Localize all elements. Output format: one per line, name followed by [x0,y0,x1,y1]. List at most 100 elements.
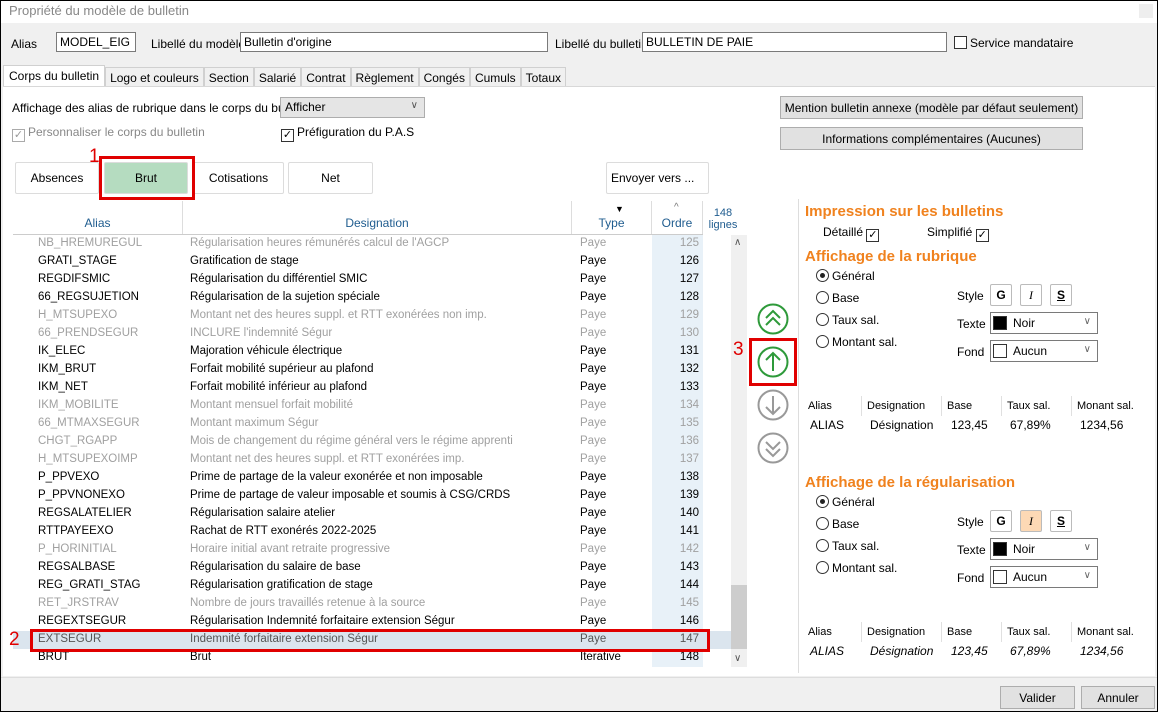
move-down-icon[interactable] [757,389,789,421]
regularisation-fond-select[interactable]: Aucun ∨ [990,566,1098,588]
move-top-icon[interactable] [757,303,789,335]
table-row[interactable]: 66_PRENDSEGUR INCLURE l'indemnité Ségur Pa… [13,325,731,343]
column-header-type[interactable]: Type [572,201,652,234]
table-row[interactable]: CHGT_RGAPP Mois de changement du régime g… [13,433,731,451]
rubrique-radio-2[interactable]: Taux sal. [816,313,879,327]
service-mandataire-checkbox[interactable]: Service mandataire [954,36,1073,50]
table-row[interactable]: REGSALATELIER Régularisation salaire atel… [13,505,731,523]
scrollbar[interactable]: ∧ ∨ [731,235,747,667]
table-row[interactable]: H_MTSUPEXOIMP Montant net des heures supp… [13,451,731,469]
rubrique-fond-label: Fond [957,345,985,359]
rubrique-radio-3[interactable]: Montant sal. [816,335,897,349]
table-row[interactable]: IKM_MOBILITE Montant mensuel forfait mobi… [13,397,731,415]
radio-circle[interactable] [816,561,829,574]
cancel-button[interactable]: Annuler [1081,686,1155,709]
affichage-alias-select[interactable]: Afficher ∨ [280,97,425,118]
table-row[interactable]: 66_MTMAXSEGUR Montant maximum Ségur Paye 13… [13,415,731,433]
checkbox-box[interactable]: ✓ [281,129,294,142]
personnaliser-checkbox[interactable]: ✓ Personnaliser le corps du bulletin [12,125,205,142]
preview-divider [1071,622,1072,642]
regularisation-preview-header: Base [947,626,973,638]
detaille-checkbox[interactable]: Détaillé ✓ [823,225,882,242]
checkbox-box[interactable]: ✓ [12,129,25,142]
tab-5[interactable]: Règlement [350,67,419,87]
checkbox-box[interactable] [954,36,967,49]
regularisation-style-underline-button[interactable]: S [1050,510,1072,532]
rubrique-radio-1[interactable]: Base [816,291,859,305]
radio-circle[interactable] [816,269,829,282]
table-row[interactable]: RET_JRSTRAV Nombre de jours travaillés re… [13,595,731,613]
tab-6[interactable]: Congés [418,67,470,87]
regularisation-style-bold-button[interactable]: G [990,510,1012,532]
validate-button[interactable]: Valider [1000,686,1075,709]
regularisation-radio-2[interactable]: Taux sal. [816,539,879,553]
tab-4[interactable]: Contrat [301,67,351,87]
table-row[interactable]: REGSALBASE Régularisation du salaire de b… [13,559,731,577]
table-row[interactable]: REGDIFSMIC Régularisation du différentiel… [13,271,731,289]
close-button[interactable] [1139,4,1153,18]
tab-7[interactable]: Cumuls [469,67,521,87]
rubrique-texte-select[interactable]: Noir ∨ [990,312,1098,334]
libelle-bulletin-input[interactable]: BULLETIN DE PAIE [642,32,947,52]
radio-circle[interactable] [816,291,829,304]
tab-8[interactable]: Totaux [520,67,566,87]
rubrique-radio-0[interactable]: Général [816,269,875,283]
rubrique-style-italic-button[interactable]: I [1020,284,1042,306]
table-row[interactable]: 66_REGSUJETION Régularisation de la sujet… [13,289,731,307]
column-header-alias[interactable]: Alias [13,201,183,234]
column-header-designation[interactable]: Designation [183,201,572,234]
rubrique-fond-select[interactable]: Aucun ∨ [990,340,1098,362]
checkbox-box[interactable]: ✓ [975,229,989,242]
category-absences-button[interactable]: Absences [15,162,99,194]
checkbox-box[interactable]: ✓ [866,229,880,242]
cell-type: Paye [580,273,607,285]
cell-alias: REGSALATELIER [38,507,132,519]
radio-circle[interactable] [816,539,829,552]
alias-input[interactable]: MODEL_EIG [56,32,136,52]
cell-designation: Prime de partage de la valeur exonérée e… [190,471,483,483]
prefiguration-checkbox[interactable]: ✓ Préfiguration du P.A.S [281,125,414,142]
table-row[interactable]: GRATI_STAGE Gratification de stage Paye 126 [13,253,731,271]
color-swatch [993,542,1007,556]
scroll-up-icon[interactable]: ∧ [734,237,741,248]
table-row[interactable]: REG_GRATI_STAG Régularisation gratificati… [13,577,731,595]
table-row[interactable]: P_PPVEXO Prime de partage de la valeur ex… [13,469,731,487]
cell-ordre: 138 [679,471,699,483]
radio-circle[interactable] [816,313,829,326]
preview-divider [1001,396,1002,416]
radio-circle[interactable] [816,517,829,530]
category-cotisations-button[interactable]: Cotisations [193,162,284,194]
column-header-ordre[interactable]: ^ Ordre [652,201,703,234]
rubrique-style-underline-button[interactable]: S [1050,284,1072,306]
tab-3[interactable]: Salarié [253,67,302,87]
table-row[interactable]: IKM_NET Forfait mobilité inférieur au pla… [13,379,731,397]
regularisation-radio-3[interactable]: Montant sal. [816,561,897,575]
table-row[interactable]: IK_ELEC Majoration véhicule électrique Pay… [13,343,731,361]
category-net-button[interactable]: Net [288,162,373,194]
table-row[interactable]: RTTPAYEEXO Rachat de RTT exonérés 2022-20… [13,523,731,541]
libelle-modele-input[interactable]: Bulletin d'origine [240,32,548,52]
radio-circle[interactable] [816,495,829,508]
table-row[interactable]: P_PPVNONEXO Prime de partage de valeur im… [13,487,731,505]
regularisation-radio-0[interactable]: Général [816,495,875,509]
infos-complementaires-button[interactable]: Informations complémentaires (Aucunes) [780,127,1083,150]
table-row[interactable]: NB_HREMUREGUL Régularisation heures rémun… [13,235,731,253]
scroll-down-icon[interactable]: ∨ [734,653,741,664]
simplifie-checkbox[interactable]: Simplifié ✓ [927,225,992,242]
send-to-dropdown[interactable]: Envoyer vers ... ▼ [606,162,709,214]
regularisation-radio-1[interactable]: Base [816,517,859,531]
table-row[interactable]: H_MTSUPEXO Montant net des heures suppl. … [13,307,731,325]
rubrique-style-bold-button[interactable]: G [990,284,1012,306]
scrollbar-thumb[interactable] [731,585,747,649]
move-bottom-icon[interactable] [757,432,789,464]
regularisation-style-italic-button[interactable]: I [1020,510,1042,532]
tab-1[interactable]: Logo et couleurs [105,67,204,87]
rubrique-preview-value: Désignation [870,418,934,432]
table-row[interactable]: P_HORINITIAL Horaire initial avant retrai… [13,541,731,559]
tab-2[interactable]: Section [203,67,254,87]
regularisation-texte-select[interactable]: Noir ∨ [990,538,1098,560]
tab-0[interactable]: Corps du bulletin [3,65,106,87]
radio-circle[interactable] [816,335,829,348]
table-row[interactable]: IKM_BRUT Forfait mobilité supérieur au pl… [13,361,731,379]
mention-annexe-button[interactable]: Mention bulletin annexe (modèle par défa… [780,96,1083,119]
